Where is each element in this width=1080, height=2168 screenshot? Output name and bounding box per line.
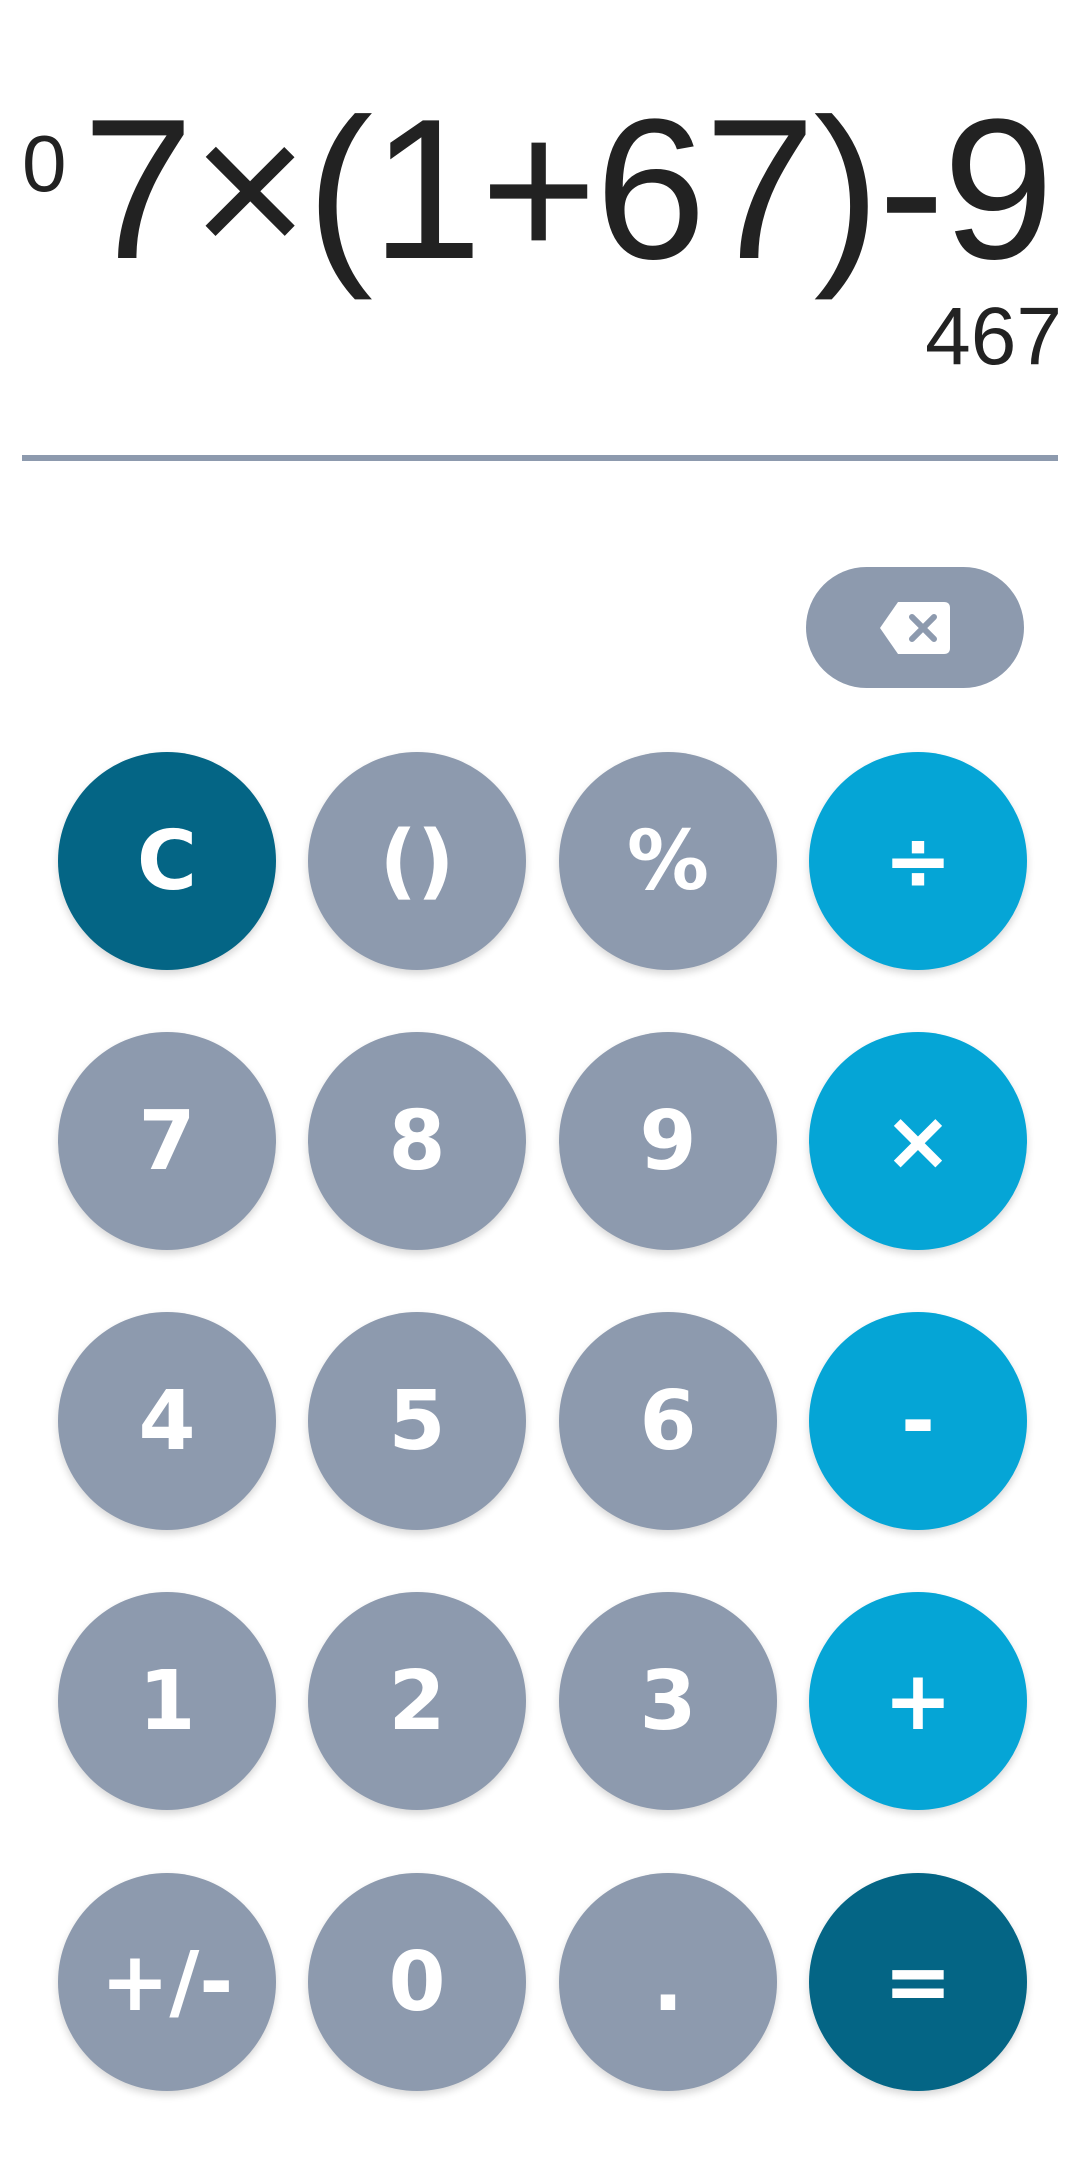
subtract-button[interactable]: - [809, 1312, 1027, 1530]
backspace-icon [880, 601, 950, 654]
decimal-button[interactable]: . [559, 1873, 777, 2091]
multiply-button[interactable]: × [809, 1032, 1027, 1250]
digit-9-button[interactable]: 9 [559, 1032, 777, 1250]
digit-2-button[interactable]: 2 [308, 1592, 526, 1810]
result-preview: 467 [925, 291, 1062, 382]
expression-display[interactable]: 7×(1+67)-9 [82, 90, 1054, 290]
divide-button[interactable]: ÷ [809, 752, 1027, 970]
digit-7-button[interactable]: 7 [58, 1032, 276, 1250]
percent-button[interactable]: % [559, 752, 777, 970]
digit-1-button[interactable]: 1 [58, 1592, 276, 1810]
parentheses-button[interactable]: () [308, 752, 526, 970]
clear-button[interactable]: C [58, 752, 276, 970]
equals-button[interactable]: = [809, 1873, 1027, 2091]
digit-4-button[interactable]: 4 [58, 1312, 276, 1530]
digit-8-button[interactable]: 8 [308, 1032, 526, 1250]
digit-3-button[interactable]: 3 [559, 1592, 777, 1810]
backspace-button[interactable] [806, 567, 1024, 688]
display-divider [22, 455, 1058, 461]
digit-5-button[interactable]: 5 [308, 1312, 526, 1530]
memory-indicator: 0 [22, 119, 67, 208]
digit-0-button[interactable]: 0 [308, 1873, 526, 2091]
sign-toggle-button[interactable]: +/- [58, 1873, 276, 2091]
add-button[interactable]: + [809, 1592, 1027, 1810]
digit-6-button[interactable]: 6 [559, 1312, 777, 1530]
